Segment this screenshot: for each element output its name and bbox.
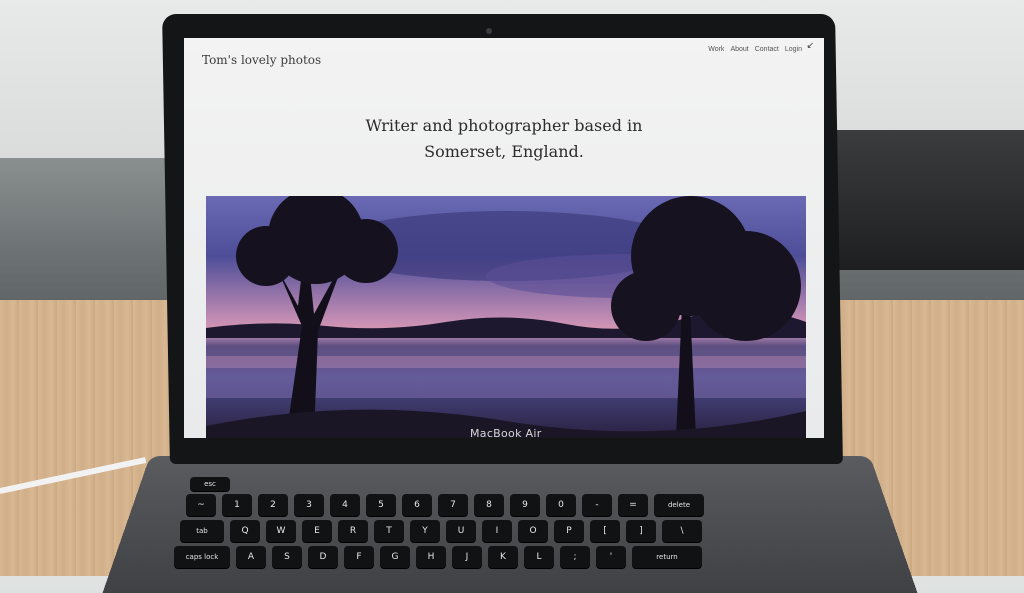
- key-t[interactable]: T: [374, 520, 404, 542]
- key-1[interactable]: 1: [222, 494, 252, 516]
- laptop-model-label: MacBook Air: [470, 427, 542, 440]
- hero-photo: [206, 196, 806, 438]
- nav-login[interactable]: Login: [785, 46, 802, 53]
- key-l[interactable]: L: [524, 546, 554, 568]
- key-bracket-left[interactable]: [: [590, 520, 620, 542]
- key-5[interactable]: 5: [366, 494, 396, 516]
- key-backslash[interactable]: \: [662, 520, 702, 542]
- key-esc[interactable]: esc: [190, 477, 230, 491]
- laptop-screen: Tom's lovely photos Work About Contact L…: [184, 38, 824, 438]
- key-4[interactable]: 4: [330, 494, 360, 516]
- key-u[interactable]: U: [446, 520, 476, 542]
- site-title[interactable]: Tom's lovely photos: [202, 53, 321, 67]
- key-p[interactable]: P: [554, 520, 584, 542]
- key-bracket-right[interactable]: ]: [626, 520, 656, 542]
- key-2[interactable]: 2: [258, 494, 288, 516]
- headline-line-2: Somerset, England.: [424, 142, 584, 161]
- key-tilde[interactable]: ~: [186, 494, 216, 516]
- key-q[interactable]: Q: [230, 520, 260, 542]
- key-k[interactable]: K: [488, 546, 518, 568]
- key-tab[interactable]: tab: [180, 520, 224, 542]
- key-7[interactable]: 7: [438, 494, 468, 516]
- key-o[interactable]: O: [518, 520, 548, 542]
- key-delete[interactable]: delete: [654, 494, 704, 516]
- key-r[interactable]: R: [338, 520, 368, 542]
- key-i[interactable]: I: [482, 520, 512, 542]
- headline-line-1: Writer and photographer based in: [365, 116, 643, 135]
- key-quote[interactable]: ': [596, 546, 626, 568]
- hero-headline: Writer and photographer based in Somerse…: [184, 113, 824, 165]
- key-caps-lock[interactable]: caps lock: [174, 546, 230, 568]
- key-equals[interactable]: =: [618, 494, 648, 516]
- keyboard: esc ~ 1 2 3 4 5 6 7 8 9 0 - = delete tab…: [170, 440, 950, 580]
- sunset-lake-illustration: [206, 196, 806, 438]
- key-3[interactable]: 3: [294, 494, 324, 516]
- key-9[interactable]: 9: [510, 494, 540, 516]
- nav-about[interactable]: About: [730, 46, 748, 53]
- key-y[interactable]: Y: [410, 520, 440, 542]
- key-e[interactable]: E: [302, 520, 332, 542]
- key-a[interactable]: A: [236, 546, 266, 568]
- key-w[interactable]: W: [266, 520, 296, 542]
- key-8[interactable]: 8: [474, 494, 504, 516]
- nav-work[interactable]: Work: [708, 46, 724, 53]
- key-d[interactable]: D: [308, 546, 338, 568]
- site-nav: Work About Contact Login: [708, 46, 802, 53]
- key-semicolon[interactable]: ;: [560, 546, 590, 568]
- key-6[interactable]: 6: [402, 494, 432, 516]
- key-f[interactable]: F: [344, 546, 374, 568]
- key-return[interactable]: return: [632, 546, 702, 568]
- key-0[interactable]: 0: [546, 494, 576, 516]
- key-g[interactable]: G: [380, 546, 410, 568]
- key-s[interactable]: S: [272, 546, 302, 568]
- key-minus[interactable]: -: [582, 494, 612, 516]
- arrow-collapse-icon[interactable]: ↙: [806, 41, 814, 51]
- key-j[interactable]: J: [452, 546, 482, 568]
- key-h[interactable]: H: [416, 546, 446, 568]
- nav-contact[interactable]: Contact: [755, 46, 779, 53]
- webcam-icon: [486, 28, 492, 34]
